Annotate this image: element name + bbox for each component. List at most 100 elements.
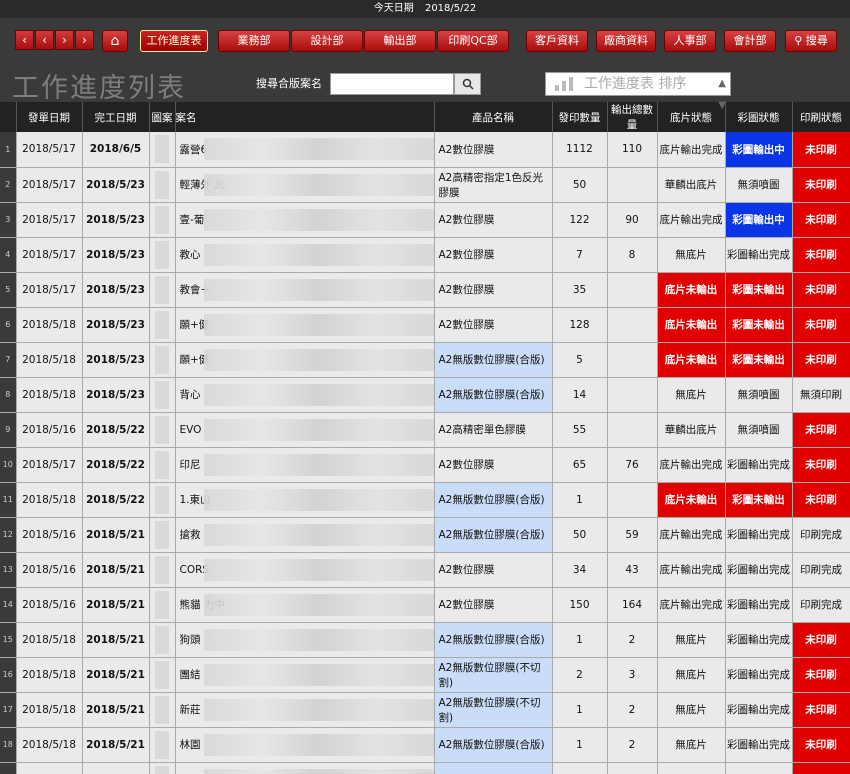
tab-print-qc[interactable]: 印刷QC部 [437,30,509,52]
thumbnail-image[interactable] [155,415,169,444]
table-row[interactable]: 8 2018/5/18 2018/5/23 背心 A2無版數位膠膜(合版) 14 無底片 無須… [0,377,850,413]
case-name-text: 團結 [179,669,201,681]
tab-sales[interactable]: 業務部 [218,30,290,52]
table-row[interactable]: 2 2018/5/17 2018/5/23 輕薄外 光 A2高精密指定1色反光膠膜 50 華… [0,167,850,203]
thumbnail-image[interactable] [155,275,169,304]
table-row[interactable]: 7 2018/5/18 2018/5/23 願+健 A2無版數位膠膜(合版) 5 底片未輸出… [0,342,850,378]
tab-output[interactable]: 輸出部 [364,30,436,52]
header-product-name[interactable]: 產品名稱 [434,102,553,132]
image-thumb-cell [149,307,176,343]
print-qty-cell: 65 [552,447,608,483]
thumbnail-image[interactable] [155,450,169,479]
finish-date-cell: 2018/6/5 [82,132,150,168]
thumbnail-image[interactable] [155,135,169,164]
thumbnail-image[interactable] [155,240,169,269]
thumbnail-image[interactable] [155,520,169,549]
thumbnail-image[interactable] [155,170,169,199]
thumbnail-image[interactable] [155,730,169,759]
print-status-cell: 未印刷 [792,447,850,483]
header-film-status[interactable]: 底片狀態 [657,102,726,132]
issue-date-cell: 2018/5/16 [16,412,83,448]
header-image[interactable]: 圖案 [149,102,176,132]
image-thumb-cell [149,132,176,168]
output-total-cell: 164 [607,587,658,623]
thumbnail-image[interactable] [155,625,169,654]
tab-customers[interactable]: 客戶資料 [526,30,588,52]
header-output-total[interactable]: 輸出總數量 [607,102,658,132]
thumbnail-image[interactable] [155,345,169,374]
issue-date-cell: 2018/5/17 [16,447,83,483]
row-number: 15 [0,622,17,658]
home-icon[interactable]: ⌂ [102,30,128,52]
header-print-status[interactable]: 印刷狀態 [792,102,850,132]
thumbnail-image[interactable] [155,590,169,619]
header-print-qty[interactable]: 發印數量 [552,102,608,132]
search-input[interactable] [330,73,454,95]
table-row[interactable]: 6 2018/5/18 2018/5/23 願+健 A2數位膠膜 128 底片未輸出 彩圖未輸… [0,307,850,343]
output-total-cell [607,377,658,413]
row-number: 10 [0,447,17,483]
tab-progress[interactable]: 工作進度表 [140,30,208,52]
tab-hr[interactable]: 人事部 [664,30,716,52]
table-row[interactable]: 10 2018/5/17 2018/5/22 印尼 A2數位膠膜 65 76 底片輸出完成 彩圖… [0,447,850,483]
header-color-status[interactable]: 彩圖狀態 [725,102,793,132]
table-row[interactable]: 16 2018/5/18 2018/5/21 團結 A2無版數位膠膜(不切割) 2 3 無底片… [0,657,850,693]
redacted-blur [203,418,433,441]
color-status-cell: 彩圖未輸出 [725,272,793,308]
search-submit-button[interactable] [454,73,481,95]
sort-dropdown[interactable]: 工作進度表 排序 ▲ ▼ [545,72,731,111]
issue-date-cell: 2018/5/18 [16,307,83,343]
first-arrow-icon[interactable]: ‹ [15,30,34,50]
print-qty-cell: 1 [552,727,608,763]
table-row[interactable]: 18 2018/5/18 2018/5/21 林園 A2無版數位膠膜(合版) 1 2 無底片彩… [0,727,850,763]
film-status-cell: 華麟出底片 [657,167,726,203]
product-name-cell: A2無版數位膠膜(合版) [434,482,553,518]
case-name-cell: 熊貓 力中 [175,587,435,623]
thumbnail-image[interactable] [155,695,169,724]
output-total-cell: 110 [607,132,658,168]
tab-accounting[interactable]: 會計部 [724,30,776,52]
print-qty-cell: 50 [552,517,608,553]
print-status-cell: 印刷完成 [792,587,850,623]
header-case-name[interactable]: 案名 [175,102,435,132]
issue-date-cell: 2018/5/18 [16,342,83,378]
prev-arrow-icon[interactable]: ‹ [35,30,54,50]
finish-date-cell: 2018/5/21 [82,517,150,553]
table-row[interactable]: 5 2018/5/17 2018/5/23 教會+ A2數位膠膜 35 底片未輸出 彩圖未輸出… [0,272,850,308]
finish-date-cell: 2018/5/23 [82,167,150,203]
table-row[interactable]: 14 2018/5/16 2018/5/21 熊貓 力中 A2數位膠膜 150 164 底片輸… [0,587,850,623]
header-issue-date[interactable]: 發單日期 [16,102,83,132]
table-row[interactable]: 1 2018/5/17 2018/6/5 露營6 A2數位膠膜 1112 110 底片輸出完成… [0,132,850,168]
table-row[interactable]: 11 2018/5/18 2018/5/22 1.東山 A2無版數位膠膜(合版) 1 底片未… [0,482,850,518]
table-row[interactable]: 192018/5/182018/5/21 A2無版數位膠膜(合版)24無底片彩圖輸… [0,762,850,774]
film-status-cell: 底片輸出完成 [657,132,726,168]
redacted-blur [203,558,433,581]
header-finish-date[interactable]: 完工日期 [82,102,150,132]
table-row[interactable]: 9 2018/5/16 2018/5/22 EVO A2高精密單色膠膜 55 華麟出底片 無須… [0,412,850,448]
issue-date-cell: 2018/5/17 [16,237,83,273]
film-status-cell: 底片未輸出 [657,342,726,378]
case-name-cell: 林園 [175,727,435,763]
thumbnail-image[interactable] [155,380,169,409]
redacted-blur [203,663,433,686]
thumbnail-image[interactable] [155,555,169,584]
image-thumb-cell [149,657,176,693]
table-row[interactable]: 17 2018/5/18 2018/5/21 新莊 A2無版數位膠膜(不切割) 1 2 無底片… [0,692,850,728]
thumbnail-image[interactable] [155,310,169,339]
table-row[interactable]: 4 2018/5/17 2018/5/23 教心 A2數位膠膜 7 8 無底片 彩圖輸出完成 未印… [0,237,850,273]
table-row[interactable]: 12 2018/5/16 2018/5/21 搶救 A2無版數位膠膜(合版) 50 59 底片… [0,517,850,553]
thumbnail-image[interactable] [155,205,169,234]
search-button[interactable]: ⚲ 搜尋 [785,30,837,52]
next-arrow-icon[interactable]: › [55,30,74,50]
table-row[interactable]: 3 2018/5/17 2018/5/23 壹-葡 A2數位膠膜 122 90 底片輸出完成彩… [0,202,850,238]
thumbnail-image[interactable] [155,485,169,514]
print-qty-cell: 2 [552,762,608,774]
last-arrow-icon[interactable]: › [75,30,94,50]
tab-vendors[interactable]: 廠商資料 [596,30,656,52]
tab-design[interactable]: 設計部 [291,30,363,52]
thumbnail-image[interactable] [155,765,169,774]
table-row[interactable]: 13 2018/5/16 2018/5/21 CORS A2數位膠膜 34 43 底片輸出完成… [0,552,850,588]
table-row[interactable]: 15 2018/5/18 2018/5/21 狗頭 A2無版數位膠膜(合版) 1 2 無底片彩… [0,622,850,658]
case-name-cell: 背心 [175,377,435,413]
thumbnail-image[interactable] [155,660,169,689]
